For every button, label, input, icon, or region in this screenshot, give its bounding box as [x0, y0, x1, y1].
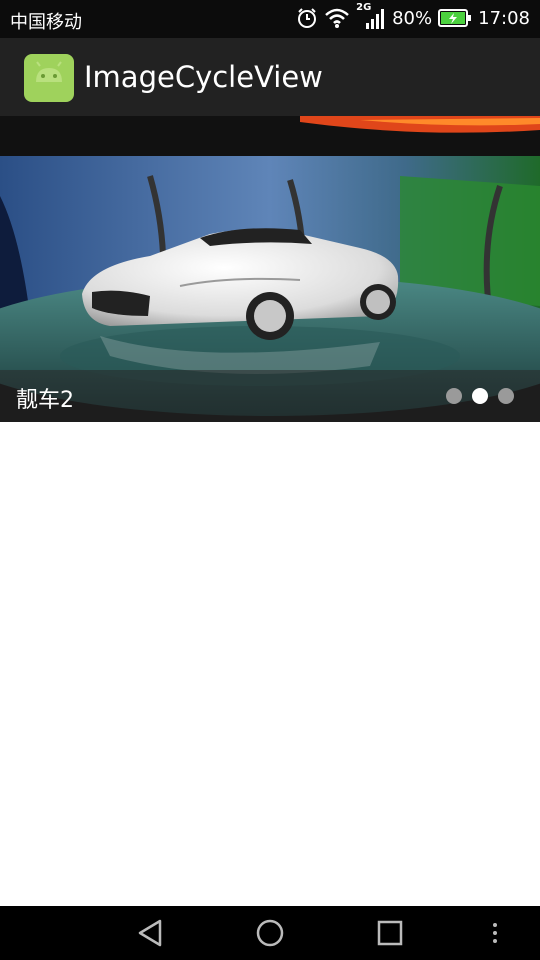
android-app-icon	[24, 54, 74, 102]
page-dot-3[interactable]	[498, 388, 514, 404]
banner-caption: 靓车2	[16, 388, 74, 413]
battery-charging-icon	[438, 9, 472, 27]
signal-icon	[366, 9, 385, 29]
back-icon[interactable]	[136, 918, 164, 948]
menu-icon[interactable]	[488, 918, 502, 948]
page-dot-1[interactable]	[446, 388, 462, 404]
status-icons: 2G 80% 17:08	[296, 2, 530, 30]
page-indicator	[446, 388, 514, 404]
wifi-icon	[325, 8, 349, 28]
status-bar: 中国移动 2G 80% 17:08	[0, 0, 540, 38]
banner-caption-bar: 靓车2	[0, 370, 540, 422]
battery-percent: 80%	[392, 7, 433, 29]
image-cycle-banner[interactable]: 靓车2	[0, 116, 540, 422]
alarm-icon	[298, 8, 317, 28]
main-content	[0, 422, 540, 906]
page-dot-2-active[interactable]	[472, 388, 488, 404]
app-bar: ImageCycleView	[0, 38, 540, 116]
carrier-label: 中国移动	[10, 12, 82, 33]
navigation-bar	[0, 906, 540, 960]
recents-icon[interactable]	[376, 918, 404, 948]
clock: 17:08	[478, 7, 530, 29]
home-icon[interactable]	[255, 918, 285, 948]
signal-group: 2G	[356, 2, 386, 30]
app-title: ImageCycleView	[84, 60, 323, 94]
